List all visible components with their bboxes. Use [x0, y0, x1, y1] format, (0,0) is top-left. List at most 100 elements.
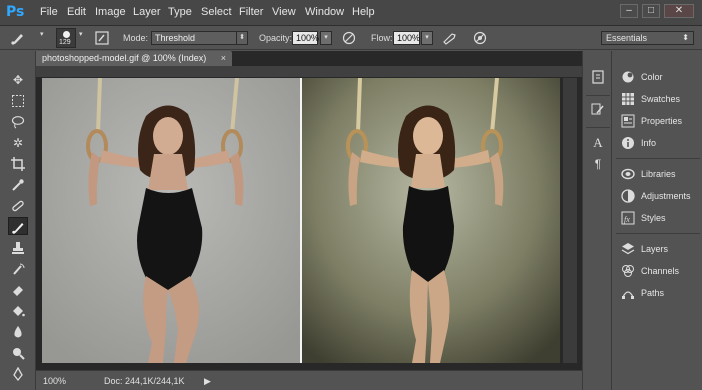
menu-filter[interactable]: Filter	[239, 6, 263, 18]
adjustments-icon	[620, 189, 636, 205]
document-tab-close-icon[interactable]: ×	[221, 51, 226, 66]
blur-tool-icon[interactable]	[8, 323, 28, 341]
close-window-button[interactable]: ✕	[664, 4, 694, 18]
opacity-input[interactable]: 100%	[292, 31, 319, 45]
photoshop-logo: Ps	[6, 4, 25, 20]
channels-icon	[620, 264, 636, 280]
panel-info-label: Info	[641, 138, 657, 148]
opacity-label: Opacity:	[259, 33, 293, 43]
panel-layers-label: Layers	[641, 244, 669, 254]
menu-help[interactable]: Help	[352, 6, 375, 18]
panel-color-label: Color	[641, 72, 663, 82]
marquee-tool-icon[interactable]	[8, 92, 28, 110]
document-area: photoshopped-model.gif @ 100% (Index) ×	[36, 51, 582, 390]
tools-panel: ✥ ✲	[0, 51, 36, 390]
panel-adjustments-label: Adjustments	[641, 191, 691, 201]
panel-libraries-label: Libraries	[641, 169, 676, 179]
quick-selection-tool-icon[interactable]: ✲	[8, 134, 28, 152]
restore-button[interactable]: □	[642, 4, 660, 18]
panel-properties[interactable]: Properties	[618, 113, 702, 131]
after-image	[302, 78, 560, 363]
history-panel-icon[interactable]	[589, 69, 607, 87]
lasso-tool-icon[interactable]	[8, 113, 28, 131]
workspace-value: Essentials	[606, 33, 648, 43]
document-tab[interactable]: photoshopped-model.gif @ 100% (Index) ×	[36, 51, 232, 66]
brush-size-arrow-icon[interactable]: ▾	[79, 30, 83, 38]
brush-size-picker[interactable]: 129	[56, 28, 76, 48]
menu-layer[interactable]: Layer	[133, 6, 161, 18]
panel-channels-label: Channels	[641, 266, 680, 276]
dock-separator	[586, 127, 610, 128]
panel-libraries[interactable]: Libraries	[618, 166, 702, 184]
mode-label: Mode:	[123, 33, 149, 43]
mode-dropdown-arrow-icon[interactable]: ⬍	[236, 31, 248, 45]
eraser-tool-icon[interactable]	[8, 281, 28, 299]
panel-layers[interactable]: Layers	[618, 241, 702, 259]
flow-dropdown-arrow-icon[interactable]: ▾	[421, 31, 433, 45]
menu-view[interactable]: View	[272, 6, 296, 18]
panel-swatches[interactable]: Swatches	[618, 91, 702, 109]
history-brush-tool-icon[interactable]	[8, 260, 28, 278]
brush-presets-panel-icon[interactable]	[589, 101, 607, 119]
styles-icon: fx	[620, 211, 636, 227]
status-menu-arrow-icon[interactable]: ▶	[204, 376, 211, 387]
opacity-dropdown-arrow-icon[interactable]: ▾	[320, 31, 332, 45]
panel-color[interactable]: Color	[618, 69, 702, 87]
image-canvas[interactable]	[42, 78, 560, 363]
brush-panel-toggle-icon[interactable]	[94, 30, 110, 46]
airbrush-icon[interactable]	[442, 30, 458, 46]
menu-image[interactable]: Image	[95, 6, 126, 18]
brush-tool-preset-icon[interactable]	[10, 30, 26, 46]
pressure-opacity-icon[interactable]	[341, 30, 357, 46]
panels-column: Color Swatches Properties Info Libraries…	[612, 51, 702, 390]
panel-group-separator	[616, 158, 700, 159]
layers-icon	[620, 242, 636, 258]
menu-window[interactable]: Window	[305, 6, 344, 18]
brush-tool-icon[interactable]	[8, 217, 28, 235]
workspace-select[interactable]: Essentials ⬍	[601, 31, 694, 45]
panel-channels[interactable]: Channels	[618, 263, 702, 281]
dodge-tool-icon[interactable]	[8, 344, 28, 362]
menu-type[interactable]: Type	[168, 6, 192, 18]
flow-input[interactable]: 100%	[393, 31, 420, 45]
panel-paths[interactable]: Paths	[618, 285, 702, 303]
tab-strip	[36, 66, 582, 77]
vertical-scrollbar[interactable]	[563, 78, 577, 363]
options-bar: ▾ 129 ▾ Mode: Threshold ⬍ Opacity: 100% …	[0, 26, 702, 50]
menu-edit[interactable]: Edit	[67, 6, 86, 18]
panel-info[interactable]: Info	[618, 135, 702, 153]
libraries-icon	[620, 167, 636, 183]
svg-text:fx: fx	[624, 215, 630, 224]
paths-icon	[620, 286, 636, 302]
workspace-dropdown-arrow-icon: ⬍	[682, 33, 689, 42]
eyedropper-tool-icon[interactable]	[8, 176, 28, 194]
info-icon	[620, 136, 636, 152]
zoom-level[interactable]: 100%	[43, 376, 66, 386]
character-panel-icon[interactable]: A	[589, 134, 607, 152]
panel-styles-label: Styles	[641, 213, 666, 223]
pen-tool-icon[interactable]	[8, 365, 28, 383]
swatches-icon	[620, 92, 636, 108]
paragraph-panel-icon[interactable]: ¶	[589, 155, 607, 173]
brush-tip-icon	[63, 31, 70, 38]
crop-tool-icon[interactable]	[8, 155, 28, 173]
clone-stamp-tool-icon[interactable]	[8, 239, 28, 257]
menu-select[interactable]: Select	[201, 6, 232, 18]
panel-paths-label: Paths	[641, 288, 665, 298]
pressure-size-icon[interactable]	[472, 30, 488, 46]
paint-bucket-tool-icon[interactable]	[8, 302, 28, 320]
healing-brush-tool-icon[interactable]	[8, 197, 28, 215]
mode-select[interactable]: Threshold	[151, 31, 237, 45]
panel-styles[interactable]: fx Styles	[618, 210, 702, 228]
panel-group-separator	[616, 233, 700, 234]
preset-picker-arrow-icon[interactable]: ▾	[40, 30, 44, 38]
panel-dock: A ¶	[582, 51, 612, 390]
menu-file[interactable]: File	[40, 6, 58, 18]
panel-adjustments[interactable]: Adjustments	[618, 188, 702, 206]
dock-separator	[586, 95, 610, 96]
minimize-button[interactable]: –	[620, 4, 638, 18]
color-icon	[620, 70, 636, 86]
move-tool-icon[interactable]: ✥	[8, 71, 28, 89]
status-bar: 100% Doc: 244,1K/244,1K ▶	[36, 370, 582, 390]
flow-label: Flow:	[371, 33, 393, 43]
